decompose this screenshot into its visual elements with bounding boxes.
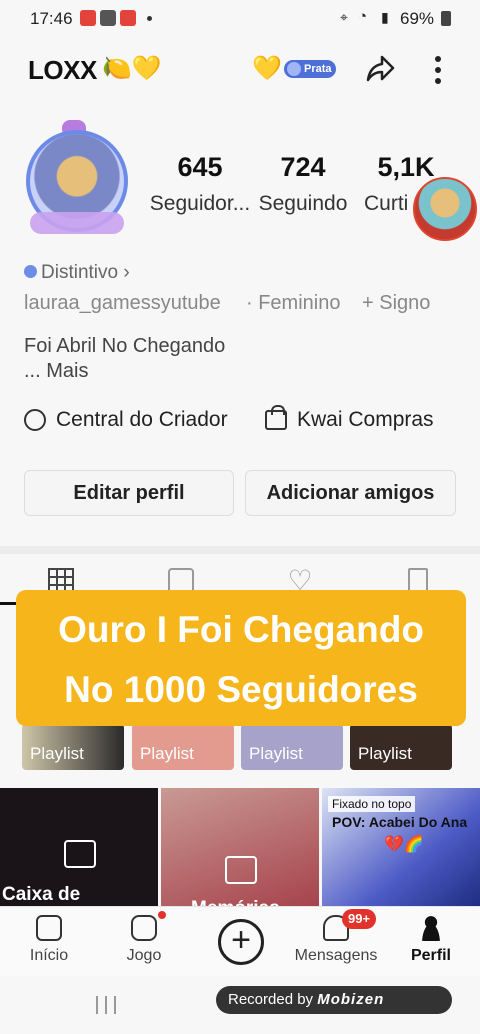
profile-avatar[interactable] — [16, 120, 136, 242]
nav-messages-label: Mensagens — [294, 947, 378, 964]
game-notification-dot — [158, 911, 166, 919]
followers-label[interactable]: Seguidor... — [148, 192, 252, 216]
gamepad-icon — [131, 915, 157, 941]
more-options-icon[interactable] — [434, 55, 442, 90]
playlist-card[interactable]: Playlist — [132, 724, 234, 770]
kwai-shop-link[interactable]: Kwai Compras — [265, 405, 434, 432]
overlay-banner: Ouro I Foi Chegando No 1000 Seguidores — [16, 590, 466, 726]
pinned-label: Fixado no topo — [328, 796, 416, 812]
messages-count-badge: 99+ — [342, 909, 377, 929]
video-thumbnail[interactable]: Memórias — [161, 788, 319, 912]
distintivo-link[interactable]: Distintivo › — [24, 262, 130, 284]
video-emojis: 💔🌈 — [384, 836, 424, 853]
add-signo-link[interactable]: + Signo — [362, 292, 430, 315]
battery-icon — [441, 11, 451, 26]
screen-recorder-watermark: Recorded by Mobizen — [216, 986, 452, 1014]
badge-emoji: 💛 — [252, 55, 282, 82]
floating-mini-avatar[interactable] — [413, 177, 477, 241]
bottom-navigation: Início Jogo + Mensagens 99+ Perfil — [0, 906, 480, 976]
nav-game-label: Jogo — [126, 947, 162, 964]
playlist-card[interactable]: Playlist — [22, 724, 124, 770]
username-emojis: 🍋💛 — [102, 55, 162, 82]
badge-icon — [24, 265, 37, 278]
avatar-frame-bottom — [30, 212, 124, 234]
wifi-icon: ◔ — [358, 8, 368, 25]
nav-profile-label: Perfil — [410, 947, 451, 964]
recorder-label: Recorded by — [228, 991, 314, 1008]
app-notification-icon — [120, 10, 136, 26]
location-icon: ⌖ — [340, 9, 348, 25]
system-navigation-bar: Recorded by Mobizen — [0, 976, 480, 1034]
signal-icon: ▮ — [381, 9, 389, 25]
add-friends-button[interactable]: Adicionar amigos — [245, 470, 456, 516]
share-icon[interactable] — [362, 52, 396, 91]
likes-label[interactable]: Curti — [364, 192, 414, 216]
shopping-bag-icon — [265, 405, 287, 430]
recent-apps-icon[interactable] — [96, 996, 116, 1014]
video-thumbnail[interactable]: Fixado no topo POV: Acabei Do Ana 💔🌈 — [322, 788, 480, 912]
status-bar: 17:46 ⌖ ◔ ▮ 69% — [0, 0, 480, 38]
section-divider — [0, 546, 480, 554]
kwai-shop-label: Kwai Compras — [297, 408, 434, 431]
banner-line-2: No 1000 Seguidores — [64, 669, 418, 710]
app-notification-icon — [80, 10, 96, 26]
video-thumbnail[interactable]: Caixa de — [0, 788, 158, 912]
distintivo-label: Distintivo — [41, 262, 119, 283]
nav-home-label: Início — [29, 947, 69, 964]
nav-home[interactable]: Início — [24, 915, 74, 965]
followers-count[interactable]: 645 — [150, 152, 250, 183]
following-label[interactable]: Seguindo — [254, 192, 352, 216]
person-icon — [418, 915, 444, 941]
chevron-right-icon: › — [118, 262, 130, 283]
gallery-notification-icon — [100, 10, 116, 26]
profile-gender: · Feminino — [246, 292, 341, 314]
video-title: Caixa de — [2, 884, 81, 905]
profile-handle: lauraa_gamessyutube — [24, 292, 221, 314]
prata-level-badge[interactable]: Prata — [284, 60, 336, 78]
bio-text: Foi Abril No Chegando — [24, 335, 226, 357]
more-notifications-dot — [147, 16, 152, 21]
video-caption: POV: Acabei Do Ana — [332, 814, 468, 830]
status-time: 17:46 — [30, 9, 73, 28]
profile-bio[interactable]: Foi Abril No Chegando ... Mais — [24, 334, 225, 384]
bio-more-link[interactable]: ... Mais — [24, 359, 225, 384]
recorder-brand: Mobizen — [317, 991, 385, 1008]
creator-center-label: Central do Criador — [56, 408, 228, 431]
creator-center-link[interactable]: Central do Criador — [24, 408, 228, 432]
create-post-button[interactable]: + — [218, 919, 264, 965]
playlist-card[interactable]: Playlist — [241, 724, 343, 770]
memories-icon — [225, 856, 257, 884]
profile-screen: 17:46 ⌖ ◔ ▮ 69% LOXX 🍋💛 💛 Prata 645 Segu… — [0, 0, 480, 1034]
nav-game[interactable]: Jogo — [119, 915, 169, 965]
following-count[interactable]: 724 — [256, 152, 350, 183]
badge-label: Prata — [304, 63, 332, 75]
profile-username: LOXX — [28, 55, 97, 85]
battery-percentage: 69% — [400, 9, 435, 28]
playlist-card[interactable]: Playlist — [350, 724, 452, 770]
nav-profile[interactable]: Perfil — [406, 915, 456, 965]
banner-line-1: Ouro I Foi Chegando — [58, 609, 424, 650]
inbox-icon — [64, 840, 96, 868]
home-icon — [36, 915, 62, 941]
lightning-icon — [24, 409, 46, 431]
edit-profile-button[interactable]: Editar perfil — [24, 470, 234, 516]
